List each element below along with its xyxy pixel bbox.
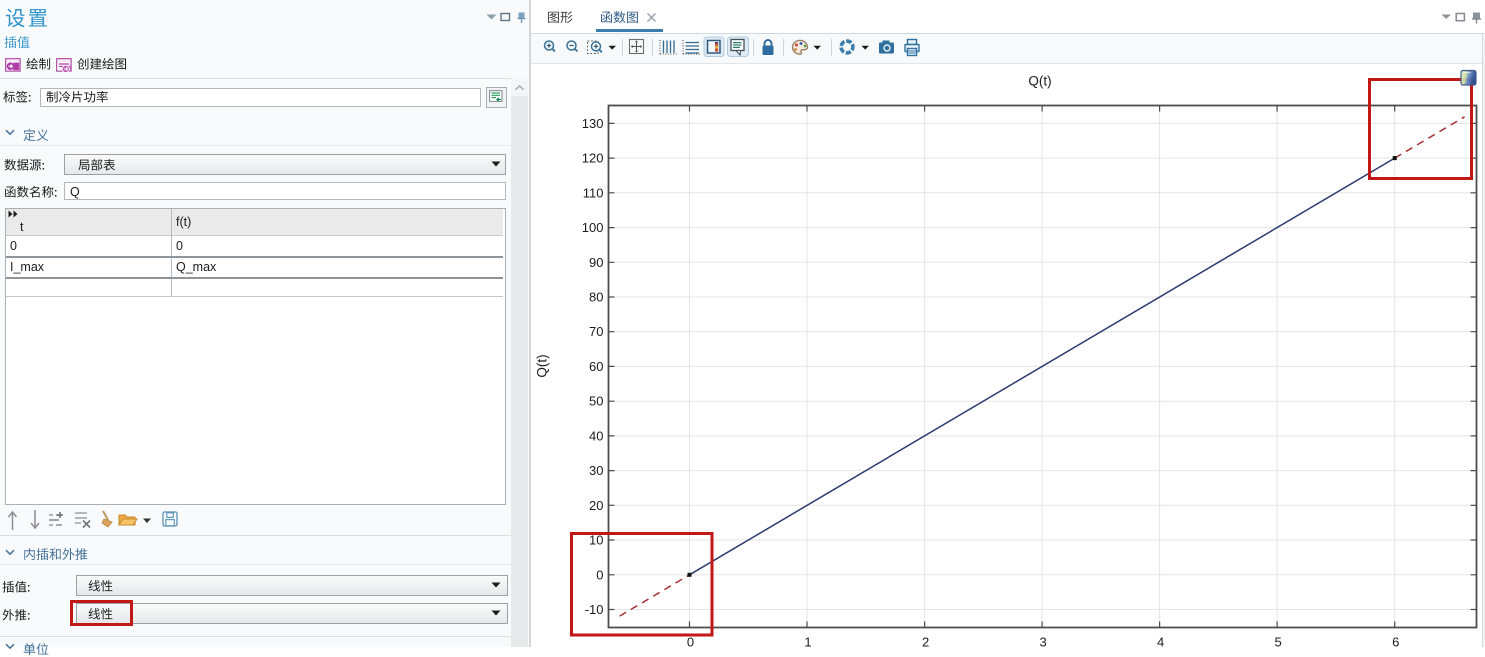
svg-text:0: 0 <box>596 567 603 582</box>
svg-text:110: 110 <box>583 185 604 200</box>
svg-text:100: 100 <box>582 220 604 235</box>
svg-text:Q(t): Q(t) <box>535 354 550 377</box>
svg-text:1: 1 <box>804 635 811 648</box>
svg-text:-10: -10 <box>585 602 604 617</box>
svg-text:70: 70 <box>589 324 603 339</box>
svg-text:2: 2 <box>922 635 929 648</box>
svg-text:3: 3 <box>1039 635 1046 648</box>
svg-text:60: 60 <box>589 359 603 374</box>
svg-text:50: 50 <box>589 394 603 409</box>
svg-text:130: 130 <box>582 116 604 131</box>
svg-text:80: 80 <box>589 290 603 305</box>
svg-text:Q(t): Q(t) <box>1028 74 1051 89</box>
svg-text:90: 90 <box>589 255 603 270</box>
svg-text:5: 5 <box>1274 635 1281 648</box>
svg-text:120: 120 <box>582 151 604 166</box>
svg-text:4: 4 <box>1157 635 1164 648</box>
svg-text:6: 6 <box>1392 635 1399 648</box>
svg-text:20: 20 <box>589 498 603 513</box>
svg-text:40: 40 <box>589 428 603 443</box>
svg-text:30: 30 <box>589 463 603 478</box>
